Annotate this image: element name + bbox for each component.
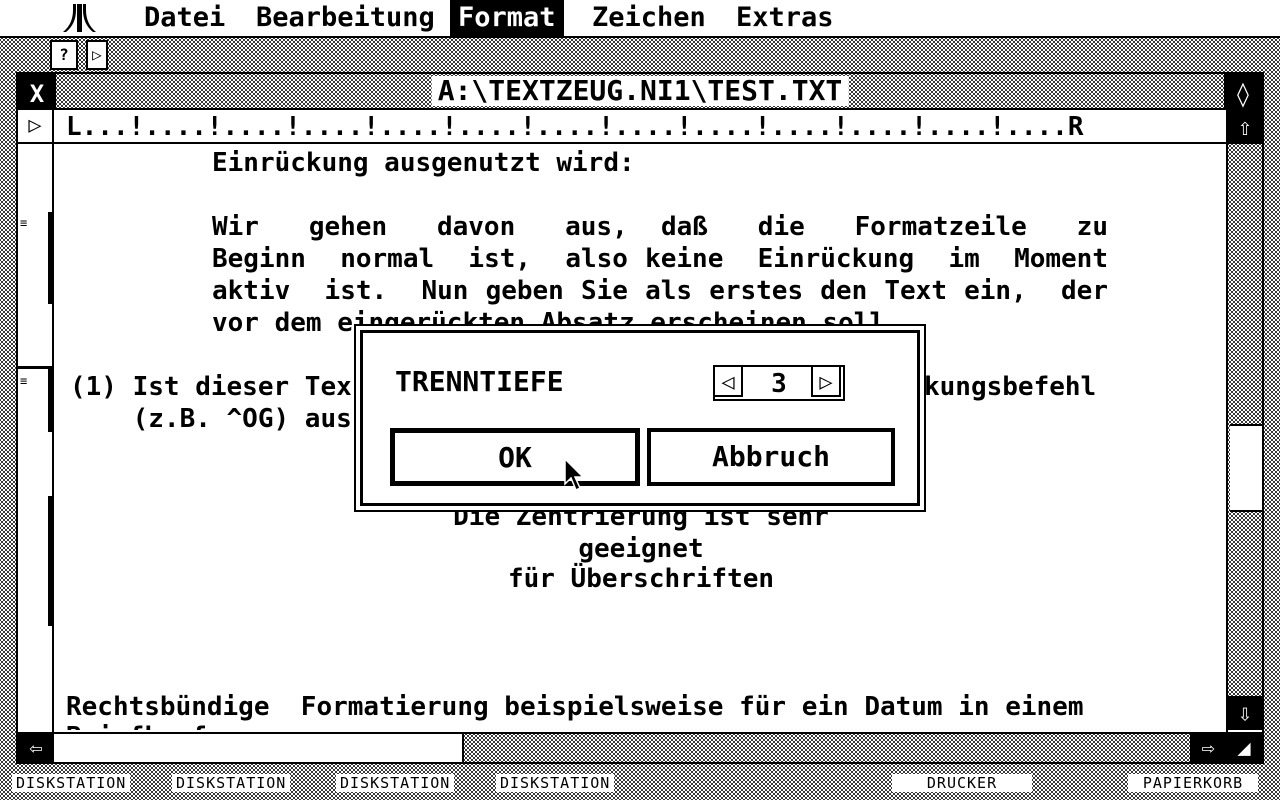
window-title: A:\TEXTZEUG.NI1\TEST.TXT [431, 76, 849, 106]
text-line-centered: für Überschriften [507, 564, 775, 594]
scroll-right-icon[interactable]: ⇨ [1190, 734, 1226, 764]
fullscreen-icon[interactable]: ◊ [1224, 74, 1262, 110]
dialog-frame: TRENNTIEFE ◁ 3 ▷ OK Abbruch [360, 330, 920, 506]
scroll-down-icon[interactable]: ⇩ [1228, 696, 1262, 730]
vertical-scroll-thumb[interactable] [1230, 424, 1262, 512]
menu-zeichen[interactable]: Zeichen [584, 0, 714, 36]
menu-format[interactable]: Format [450, 0, 564, 36]
menu-datei[interactable]: Datei [136, 0, 233, 36]
ruler-toggle-icon[interactable]: ▷ [18, 110, 54, 142]
ruler-marks[interactable]: L...!....!....!....!....!....!....!....!… [66, 110, 1083, 142]
menu-bearbeitung[interactable]: Bearbeitung [248, 0, 443, 36]
text-line: Wir gehen davon aus, daß die Formatzeile… [212, 212, 1108, 242]
vertical-scrollbar[interactable]: ⇧ ⇩ [1226, 110, 1262, 732]
resize-icon[interactable]: ◢ [1226, 734, 1262, 764]
trash-label[interactable]: PAPIERKORB [1128, 774, 1258, 792]
drive-label[interactable]: DISKSTATION [496, 774, 615, 792]
document-icon[interactable]: ? [50, 40, 78, 70]
mouse-pointer-icon [564, 458, 585, 492]
text-line: kungsbefehl [924, 372, 1097, 402]
text-line: Briefkopf [66, 722, 207, 730]
menu-bar: Datei Bearbeitung Format Zeichen Extras [0, 0, 1280, 38]
decrement-arrow-icon[interactable]: ◁ [713, 365, 743, 397]
trenntiefe-dialog: TRENNTIEFE ◁ 3 ▷ OK Abbruch [354, 324, 926, 512]
vertical-scroll-track[interactable] [1228, 144, 1262, 696]
ok-button[interactable]: OK [390, 428, 640, 486]
format-marker [48, 366, 54, 432]
menu-extras[interactable]: Extras [728, 0, 842, 36]
ruler: ▷ L...!....!....!....!....!....!....!...… [18, 110, 1226, 144]
trenntiefe-stepper[interactable]: ◁ 3 ▷ [713, 365, 845, 401]
format-marker [48, 212, 54, 304]
trenntiefe-label: TRENNTIEFE [395, 365, 564, 398]
drive-label[interactable]: DISKSTATION [172, 774, 291, 792]
trenntiefe-value: 3 [771, 369, 787, 399]
format-marker [48, 496, 54, 626]
text-line: aktiv ist. Nun geben Sie als erstes den … [212, 276, 1108, 306]
horizontal-scroll-track[interactable] [54, 734, 1190, 762]
horizontal-scroll-thumb[interactable] [54, 734, 464, 762]
text-line-centered: geeignet [578, 534, 704, 564]
horizontal-scrollbar[interactable]: ⇦ ⇨ ◢ [18, 732, 1262, 764]
format-margin: ≡ ≡ [18, 144, 54, 732]
cancel-button[interactable]: Abbruch [647, 428, 895, 486]
program-icon[interactable]: ▷ [86, 40, 108, 70]
increment-arrow-icon[interactable]: ▷ [811, 365, 841, 397]
format-marker-icon: ≡ [20, 216, 28, 230]
text-line: Beginn normal ist, also keine Einrückung… [212, 244, 1108, 274]
scroll-left-icon[interactable]: ⇦ [18, 734, 54, 764]
printer-label[interactable]: DRUCKER [892, 774, 1032, 792]
atari-logo-icon[interactable] [62, 2, 98, 34]
text-line: Rechtsbündige Formatierung beispielsweis… [66, 692, 1084, 722]
text-line: (z.B. ^OG) aus [70, 404, 352, 434]
drive-label[interactable]: DISKSTATION [12, 774, 131, 792]
close-icon[interactable]: X [18, 74, 56, 110]
text-line: (1) Ist dieser Tex [70, 372, 352, 402]
drive-label[interactable]: DISKSTATION [336, 774, 455, 792]
title-bar[interactable]: X A:\TEXTZEUG.NI1\TEST.TXT ◊ [18, 74, 1262, 110]
scroll-up-icon[interactable]: ⇧ [1228, 110, 1262, 144]
format-marker-icon: ≡ [20, 374, 28, 388]
text-line: Einrückung ausgenutzt wird: [212, 148, 635, 178]
